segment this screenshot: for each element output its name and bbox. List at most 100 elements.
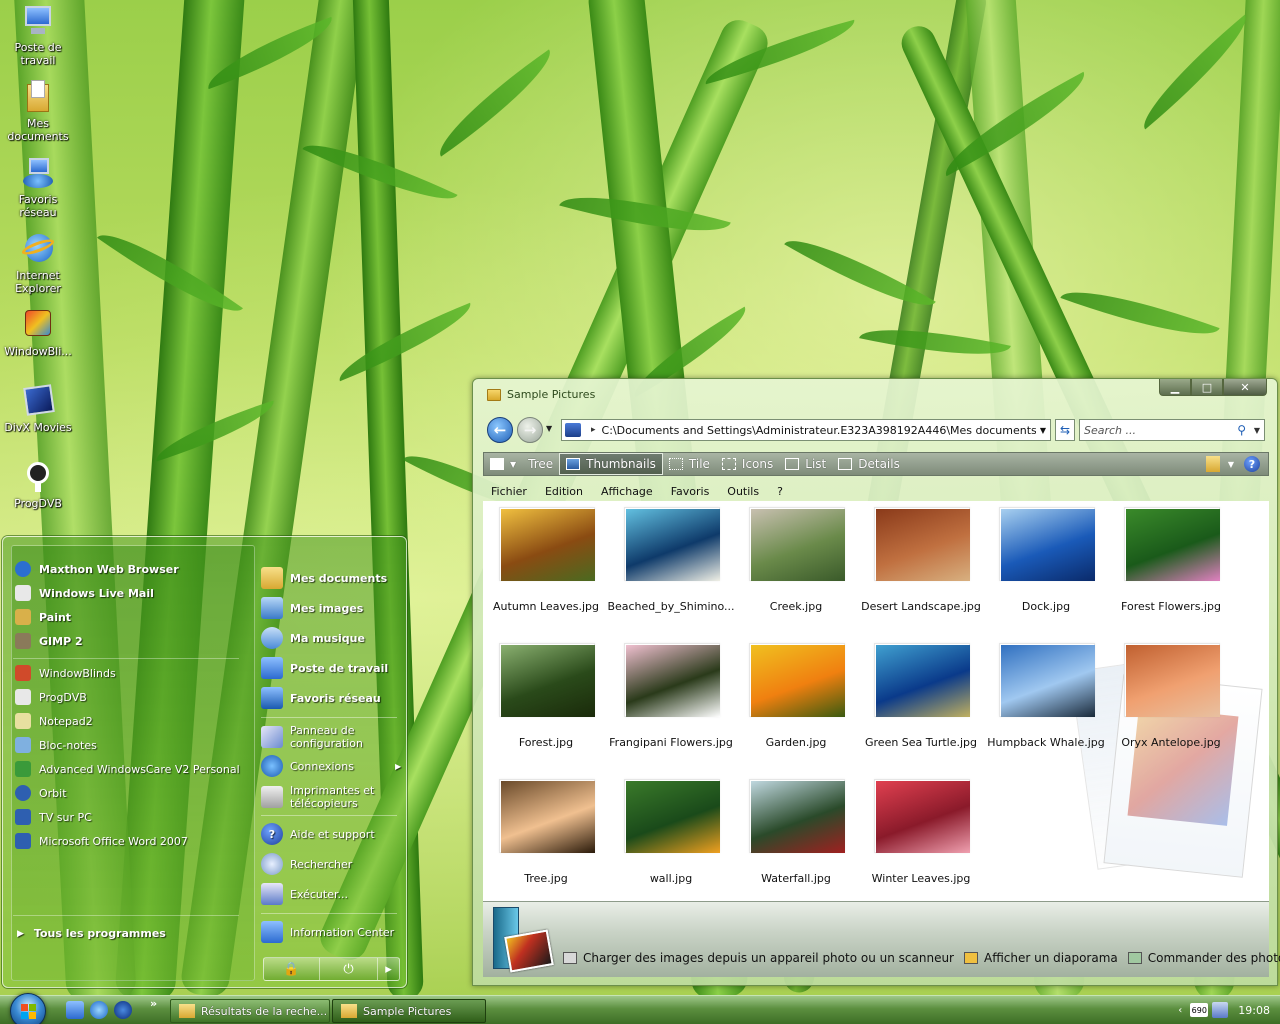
taskbar-button-sample-pictures[interactable]: Sample Pictures <box>332 999 486 1023</box>
file-thumbnail[interactable]: Creek.jpg <box>736 501 856 631</box>
list-view-button[interactable]: List <box>779 453 832 475</box>
clock[interactable]: 19:08 <box>1238 1004 1270 1017</box>
desktop-icon-favoris-reseau[interactable]: Favoris réseau <box>2 154 74 219</box>
start-item-gimp[interactable]: GIMP 2 <box>15 631 83 651</box>
media-player-icon[interactable] <box>114 1001 132 1019</box>
chevron-down-icon[interactable]: ▼ <box>1228 460 1234 469</box>
minimize-button[interactable]: ▁ <box>1159 379 1191 396</box>
file-thumbnail[interactable]: Autumn Leaves.jpg <box>486 501 606 631</box>
thumbnail-frame <box>1124 507 1220 581</box>
lock-button[interactable]: 🔒 <box>264 958 320 980</box>
shutdown-button[interactable]: ⏻ <box>320 958 378 980</box>
quick-launch <box>66 1001 138 1019</box>
arrow-left-icon: ← <box>493 421 507 439</box>
divx-icon <box>21 384 55 418</box>
file-thumbnail[interactable]: Desert Landscape.jpg <box>861 501 981 631</box>
start-right-poste-de-travail[interactable]: Poste de travail <box>261 655 388 681</box>
menu-favoris[interactable]: Favoris <box>671 485 710 498</box>
thumbnails-view-button[interactable]: Thumbnails <box>559 453 663 475</box>
tile-view-button[interactable]: Tile <box>663 453 716 475</box>
start-right-imprimantes[interactable]: Imprimantes et télécopieurs <box>261 783 380 811</box>
desktop-icon-poste-de-travail[interactable]: Poste de travail <box>2 2 74 67</box>
folder-options-icon[interactable] <box>1205 456 1220 472</box>
help-icon[interactable]: ? <box>1244 456 1260 472</box>
ie-icon[interactable] <box>90 1001 108 1019</box>
maximize-button[interactable]: □ <box>1191 379 1223 396</box>
menu-help[interactable]: ? <box>777 485 783 498</box>
start-right-rechercher[interactable]: Rechercher <box>261 851 352 877</box>
desktop-icon-windowblinds[interactable]: WindowBli... <box>2 306 74 358</box>
start-right-panneau-de-configuration[interactable]: Panneau de configuration <box>261 723 380 751</box>
start-item-windows-live-mail[interactable]: Windows Live Mail <box>15 583 154 603</box>
recent-pages-dropdown[interactable]: ▼ <box>546 424 552 433</box>
search-options-dropdown[interactable]: ▼ <box>1250 426 1264 435</box>
network-tray-icon[interactable] <box>1212 1002 1229 1018</box>
desktop-icon-mes-documents[interactable]: Mes documents <box>2 78 74 143</box>
file-thumbnail[interactable]: Winter Leaves.jpg <box>861 773 981 901</box>
start-item-tv-sur-pc[interactable]: TV sur PC <box>15 807 92 827</box>
start-item-word-2007[interactable]: Microsoft Office Word 2007 <box>15 831 188 851</box>
file-name: Humpback Whale.jpg <box>987 736 1105 749</box>
search-icon[interactable]: ⚲ <box>1237 423 1246 437</box>
show-hidden-icons-button[interactable]: ‹ <box>1178 1005 1182 1016</box>
file-thumbnail[interactable]: Dock.jpg <box>986 501 1106 631</box>
start-item-windowblinds[interactable]: WindowBlinds <box>15 663 116 683</box>
file-thumbnail[interactable]: Oryx Antelope.jpg <box>1111 637 1231 767</box>
file-thumbnail[interactable]: Garden.jpg <box>736 637 856 767</box>
start-right-mes-images[interactable]: Mes images <box>261 595 363 621</box>
taskbar-button-search-results[interactable]: Résultats de la reche... <box>170 999 330 1023</box>
file-thumbnail[interactable]: Forest.jpg <box>486 637 606 767</box>
refresh-button[interactable]: ⇆ <box>1055 419 1075 441</box>
quick-launch-more-button[interactable]: » <box>150 997 157 1010</box>
start-item-notepad2[interactable]: Notepad2 <box>15 711 93 731</box>
layout-button[interactable]: ▼ <box>484 453 522 475</box>
task-import-pictures[interactable]: Charger des images depuis un appareil ph… <box>563 951 954 965</box>
file-thumbnail[interactable]: Humpback Whale.jpg <box>986 637 1106 767</box>
power-options-button[interactable]: ▸ <box>378 958 399 980</box>
file-thumbnail[interactable]: Green Sea Turtle.jpg <box>861 637 981 767</box>
desktop-icon-internet-explorer[interactable]: Internet Explorer <box>2 230 74 295</box>
start-item-paint[interactable]: Paint <box>15 607 71 627</box>
start-right-ma-musique[interactable]: Ma musique <box>261 625 365 651</box>
file-thumbnail[interactable]: Frangipani Flowers.jpg <box>609 637 733 767</box>
details-view-button[interactable]: Details <box>832 453 906 475</box>
start-right-mes-documents[interactable]: Mes documents <box>261 565 387 591</box>
close-button[interactable]: ✕ <box>1223 379 1267 396</box>
start-right-executer[interactable]: Exécuter... <box>261 881 348 907</box>
file-name: Oryx Antelope.jpg <box>1121 736 1221 749</box>
start-item-bloc-notes[interactable]: Bloc-notes <box>15 735 97 755</box>
start-item-orbit[interactable]: Orbit <box>15 783 67 803</box>
address-dropdown-button[interactable]: ▼ <box>1036 426 1050 435</box>
back-button[interactable]: ← <box>487 417 513 443</box>
search-input[interactable]: Search ... ⚲ ▼ <box>1079 419 1265 441</box>
task-order-prints[interactable]: Commander des photos via <box>1127 951 1280 965</box>
file-thumbnail[interactable]: Waterfall.jpg <box>736 773 856 901</box>
show-desktop-icon[interactable] <box>66 1001 84 1019</box>
file-thumbnail[interactable]: wall.jpg <box>611 773 731 901</box>
address-bar[interactable]: ▸ C:\Documents and Settings\Administrate… <box>561 419 1051 441</box>
start-right-aide-et-support[interactable]: ? Aide et support <box>261 821 375 847</box>
start-item-maxthon[interactable]: Maxthon Web Browser <box>15 559 179 579</box>
desktop-icon-progdvb[interactable]: ProgDVB <box>2 458 74 510</box>
window-title-bar[interactable]: Sample Pictures <box>487 388 595 401</box>
start-right-information-center[interactable]: Information Center <box>261 919 394 945</box>
file-thumbnail[interactable]: Forest Flowers.jpg <box>1111 501 1231 631</box>
menu-fichier[interactable]: Fichier <box>491 485 527 498</box>
menu-outils[interactable]: Outils <box>727 485 759 498</box>
start-item-progdvb[interactable]: ProgDVB <box>15 687 87 707</box>
start-button[interactable] <box>10 993 46 1024</box>
file-thumbnail[interactable]: Tree.jpg <box>486 773 606 901</box>
menu-edition[interactable]: Edition <box>545 485 583 498</box>
tv-tray-icon[interactable]: 690 <box>1190 1003 1209 1017</box>
start-item-advanced-windowscare[interactable]: Advanced WindowsCare V2 Personal <box>15 759 240 779</box>
tree-view-button[interactable]: Tree <box>522 453 559 475</box>
task-slideshow[interactable]: Afficher un diaporama <box>964 951 1118 965</box>
menu-affichage[interactable]: Affichage <box>601 485 653 498</box>
forward-button[interactable]: → <box>517 417 543 443</box>
start-right-favoris-reseau[interactable]: Favoris réseau <box>261 685 381 711</box>
file-thumbnail[interactable]: Beached_by_Shimino... <box>607 501 735 631</box>
desktop-icon-divx-movies[interactable]: DivX Movies <box>2 382 74 434</box>
start-right-connexions[interactable]: Connexions ▶ <box>261 753 401 779</box>
all-programs-button[interactable]: ▶ Tous les programmes <box>17 927 166 940</box>
icons-view-button[interactable]: Icons <box>716 453 779 475</box>
